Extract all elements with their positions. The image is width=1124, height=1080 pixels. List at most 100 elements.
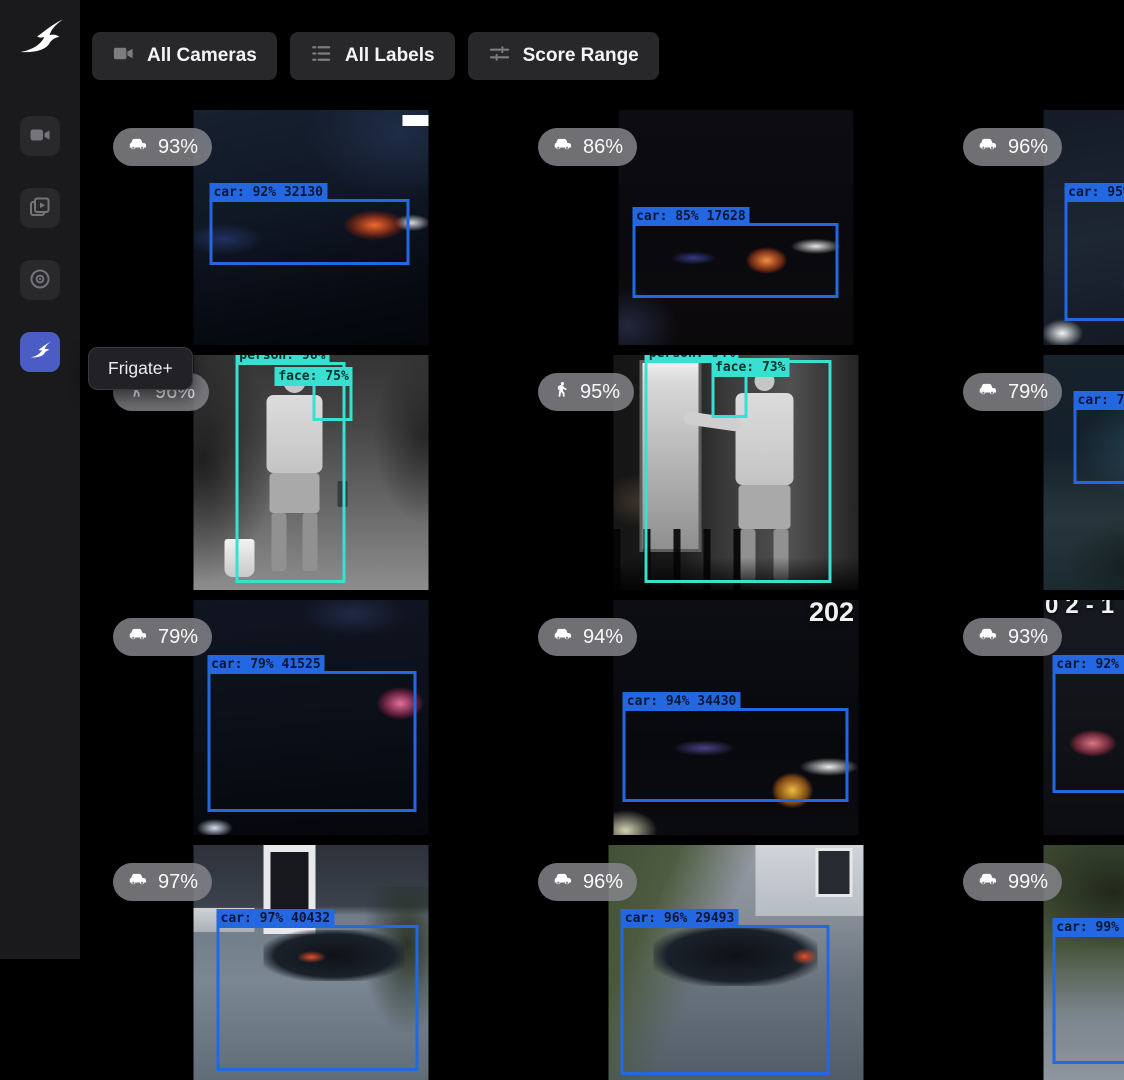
snapshot-image[interactable]: car: 97% 40432 <box>193 845 428 1080</box>
car-icon <box>977 623 999 651</box>
bounding-box: car: 79% <box>1074 407 1124 485</box>
detection-card: 96% car: 95% 45260 <box>953 110 1124 345</box>
score-label: 86% <box>583 136 623 159</box>
snapshot-image[interactable]: car: 92% 32130 <box>193 110 428 345</box>
detection-grid: 93% car: 92% 32130 86% car: 85% 17628 <box>103 110 1124 1080</box>
sidebar-item-explore[interactable] <box>20 260 60 300</box>
frigate-plus-tooltip: Frigate+ <box>88 347 193 390</box>
video-camera-icon <box>28 123 52 150</box>
snapshot-image[interactable]: car: 85% 17628 <box>618 110 853 345</box>
snapshot-image[interactable]: car: 79% 41525 <box>193 600 428 835</box>
bounding-box: car: 97% 40432 <box>217 925 419 1071</box>
face-bounding-box: face: 75% <box>313 383 353 421</box>
bounding-box: car: 92% 4216 <box>1052 671 1124 793</box>
detection-card: 94% 202 car: 94% 34430 <box>528 600 943 835</box>
bounding-box: car: 99% 25 <box>1052 934 1124 1063</box>
detection-card: 96% person: 96% face: 75% <box>103 355 518 590</box>
detection-label: car: 92% 4216 <box>1052 655 1124 674</box>
sidebar-item-live[interactable] <box>20 116 60 156</box>
score-label: 93% <box>158 136 198 159</box>
score-badge: 86% <box>538 128 637 166</box>
all-cameras-filter-button[interactable]: All Cameras <box>92 32 277 80</box>
sidebar-nav <box>20 116 60 372</box>
timestamp-overlay: 202 <box>809 600 854 628</box>
face-bounding-box: face: 73% <box>711 374 748 419</box>
bounding-box: car: 92% 32130 <box>209 199 409 265</box>
all-labels-filter-button[interactable]: All Labels <box>290 32 455 80</box>
person-icon <box>552 380 571 405</box>
detection-card: 99% car: 99% 25 <box>953 845 1124 1080</box>
car-icon <box>127 623 149 651</box>
bounding-box: car: 96% 29493 <box>621 925 830 1075</box>
detection-card: 86% car: 85% 17628 <box>528 110 943 345</box>
car-icon <box>127 133 149 161</box>
sidebar <box>0 0 80 959</box>
detection-card: 93% 02-1 05 0 car: 92% 4216 <box>953 600 1124 835</box>
detection-label: car: 99% 25 <box>1052 918 1124 937</box>
snapshot-image[interactable]: person: 94% face: 73% <box>613 355 858 590</box>
detection-card: 79% car: 79% <box>953 355 1124 590</box>
score-label: 79% <box>1008 381 1048 404</box>
score-badge: 97% <box>113 863 212 901</box>
score-label: 95% <box>580 381 620 404</box>
score-label: 99% <box>1008 871 1048 894</box>
bounding-box: car: 95% 45260 <box>1064 199 1124 321</box>
frigate-bird-icon <box>13 12 67 66</box>
house <box>756 845 863 916</box>
detection-card: 79% car: 79% 41525 <box>103 600 518 835</box>
score-badge: 95% <box>538 373 634 411</box>
detection-label: car: 96% 29493 <box>621 909 739 928</box>
score-badge: 96% <box>538 863 637 901</box>
car-icon <box>127 868 149 896</box>
score-label: 96% <box>1008 136 1048 159</box>
score-label: 93% <box>1008 626 1048 649</box>
detection-card: 93% car: 92% 32130 <box>103 110 518 345</box>
scene-detail <box>402 115 428 126</box>
score-badge: 96% <box>963 128 1062 166</box>
score-label: 79% <box>158 626 198 649</box>
detection-card: 97% car: 97% 40432 <box>103 845 518 1080</box>
filter-label: Score Range <box>523 45 639 67</box>
detection-label: car: 79% <box>1074 391 1124 410</box>
detection-card: 95% person: 94% face: 73% <box>528 355 943 590</box>
snapshot-image[interactable]: 202 car: 94% 34430 <box>613 600 858 835</box>
car-icon <box>977 133 999 161</box>
frigate-bird-icon <box>27 338 53 367</box>
tooltip-label: Frigate+ <box>108 358 173 378</box>
car-icon <box>552 133 574 161</box>
car-icon <box>552 623 574 651</box>
detection-label: car: 85% 17628 <box>632 207 750 226</box>
score-badge: 93% <box>963 618 1062 656</box>
score-badge: 93% <box>113 128 212 166</box>
detection-label: car: 79% 41525 <box>207 655 325 674</box>
score-label: 96% <box>583 871 623 894</box>
frigate-logo <box>13 12 67 66</box>
timestamp-overlay: 02-1 05 0 <box>1045 600 1124 620</box>
snapshot-image[interactable]: car: 96% 29493 <box>608 845 863 1080</box>
bounding-box: car: 79% 41525 <box>207 671 416 812</box>
score-badge: 99% <box>963 863 1062 901</box>
snapshot-image[interactable]: person: 96% face: 75% <box>193 355 428 590</box>
score-badge: 79% <box>963 373 1062 411</box>
filter-label: All Labels <box>345 45 435 67</box>
bounding-box: car: 85% 17628 <box>632 223 839 298</box>
bounding-box: car: 94% 34430 <box>623 708 848 802</box>
score-range-filter-button[interactable]: Score Range <box>468 32 659 80</box>
car-icon <box>552 868 574 896</box>
main-content: All Cameras All Labels Score Range 93% <box>80 0 1124 959</box>
review-play-icon <box>28 195 52 222</box>
filter-label: All Cameras <box>147 45 257 67</box>
sliders-icon <box>488 42 511 71</box>
list-icon <box>310 42 333 71</box>
score-badge: 79% <box>113 618 212 656</box>
sidebar-item-frigate-plus[interactable] <box>20 332 60 372</box>
disc-icon <box>28 267 52 294</box>
detection-card: 96% car: 96% 29493 <box>528 845 943 1080</box>
face-label: face: 75% <box>274 367 352 386</box>
sidebar-item-review[interactable] <box>20 188 60 228</box>
car-icon <box>977 378 999 406</box>
detection-label: person: 96% <box>235 355 329 365</box>
score-label: 94% <box>583 626 623 649</box>
detection-label: car: 94% 34430 <box>623 692 741 711</box>
filter-toolbar: All Cameras All Labels Score Range <box>92 32 659 80</box>
